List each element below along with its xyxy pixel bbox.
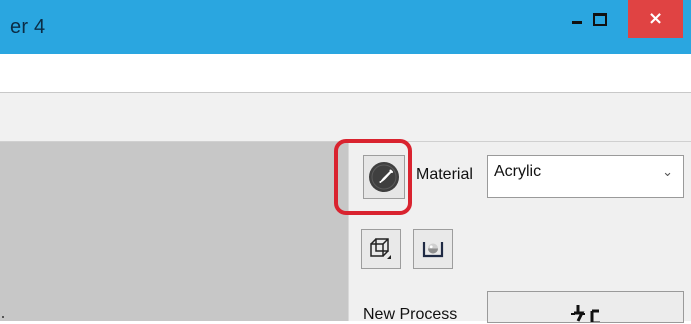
menu-bar [0, 54, 691, 93]
laser-head-icon [571, 305, 600, 322]
close-icon: × [647, 8, 664, 29]
new-process-label: New Process [363, 306, 458, 323]
material-dropdown[interactable]: Acrylic ⌄ [487, 155, 684, 198]
material-label: Material [416, 166, 473, 183]
new-process-button[interactable] [487, 291, 684, 323]
material-dropdown-value: Acrylic [494, 163, 542, 180]
maximize-icon [593, 12, 607, 26]
toolbar [0, 93, 691, 142]
window-title: er 4 [10, 16, 46, 38]
sphere-view-icon [422, 242, 444, 258]
highlight-box [334, 139, 412, 215]
close-button[interactable]: × [628, 0, 683, 38]
maximize-button[interactable] [577, 0, 623, 38]
chevron-down-icon: ⌄ [662, 165, 673, 180]
3d-view-button[interactable] [361, 229, 401, 269]
title-bar: er 4 × [0, 0, 691, 54]
sphere-view-button[interactable] [413, 229, 453, 269]
work-area-canvas[interactable] [0, 142, 348, 321]
canvas-marker [2, 316, 4, 318]
3d-box-icon [370, 238, 391, 259]
